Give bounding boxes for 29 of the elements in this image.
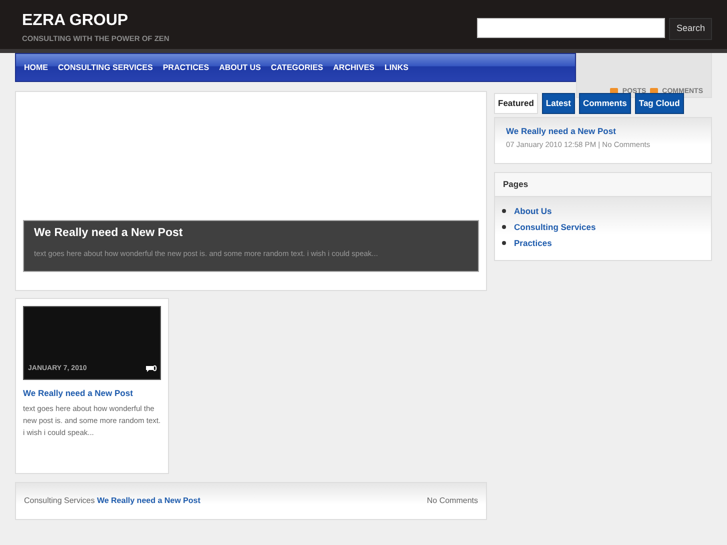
comments-link[interactable]: No Comments	[426, 495, 478, 507]
nav-link[interactable]: HOME	[19, 62, 53, 74]
nav-link[interactable]: PRACTICES	[158, 62, 214, 74]
nav-link[interactable]: LINKS	[380, 62, 414, 74]
page-link[interactable]: Practices	[514, 234, 552, 250]
bullet-icon	[502, 208, 506, 212]
comment-count[interactable]: 0	[152, 363, 157, 375]
site-title[interactable]: EZRA GROUP	[22, 12, 170, 30]
post-title[interactable]: We Really need a New Post	[23, 387, 161, 400]
category-link[interactable]: Consulting Services	[24, 496, 95, 505]
bullet-icon	[502, 224, 506, 228]
search-button[interactable]: Search	[669, 18, 712, 40]
comment-icon	[146, 366, 153, 372]
tab[interactable]: Featured	[494, 93, 538, 114]
search-field[interactable]	[477, 18, 666, 38]
tab[interactable]: Comments	[578, 93, 631, 114]
post-link[interactable]: We Really need a New Post	[96, 496, 200, 505]
post-link[interactable]: We Really need a New Post	[506, 124, 700, 138]
nav-link[interactable]: CATEGORIES	[266, 62, 328, 74]
tab[interactable]: Latest	[542, 93, 575, 114]
nav-link[interactable]: ABOUT US	[214, 62, 266, 74]
page-link[interactable]: Consulting Services	[514, 218, 596, 234]
nav-link[interactable]: CONSULTING SERVICES	[53, 62, 158, 74]
page-link[interactable]: About Us	[514, 202, 552, 218]
tab[interactable]: Tag Cloud	[634, 93, 684, 114]
widget-title: Pages	[495, 172, 711, 196]
bullet-icon	[502, 240, 506, 244]
nav-link[interactable]: ARCHIVES	[328, 62, 380, 74]
featured-title[interactable]: We Really need a New Post	[34, 227, 468, 241]
